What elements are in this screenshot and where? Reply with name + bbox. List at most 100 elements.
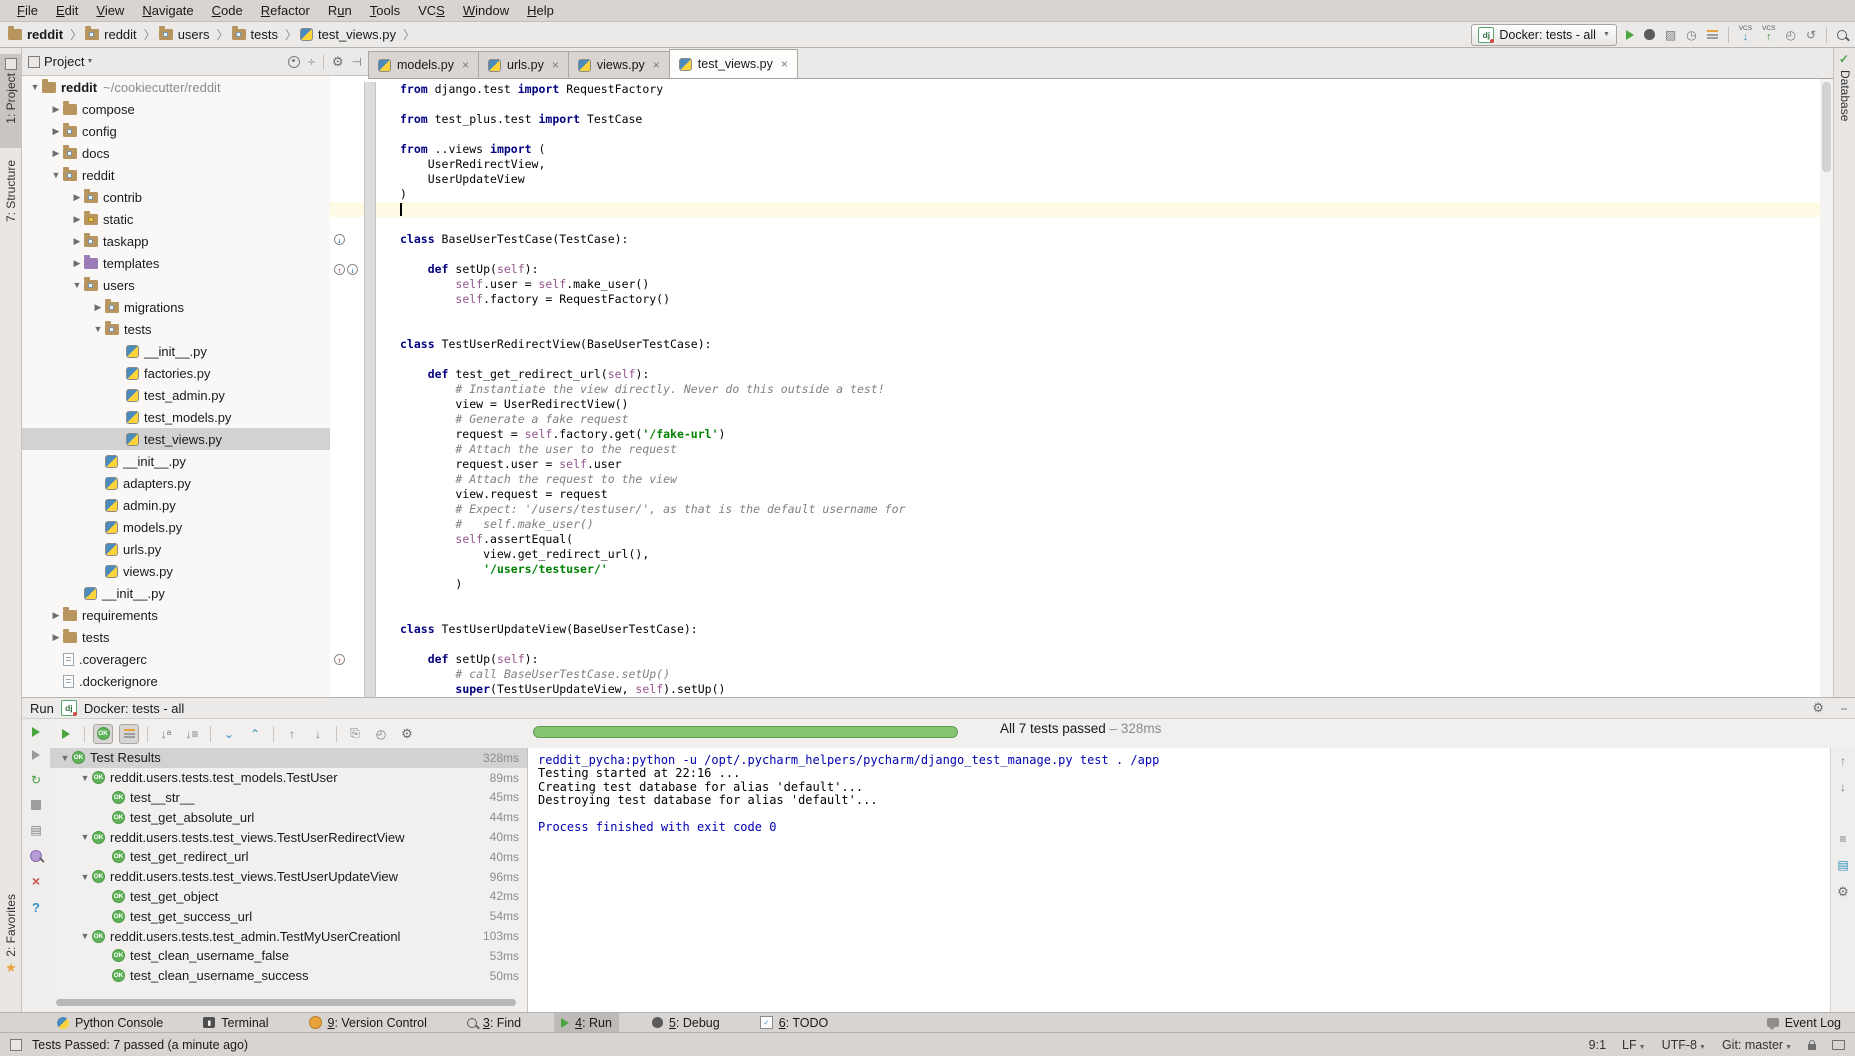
menu-code[interactable]: Code bbox=[203, 0, 252, 22]
tab-close-icon[interactable]: × bbox=[462, 58, 469, 72]
tree-expanded-icon[interactable]: ▼ bbox=[78, 931, 92, 941]
project-tree-row[interactable]: ▼tests bbox=[22, 318, 330, 340]
close-icon[interactable]: × bbox=[32, 875, 40, 887]
editor-tab-test_views.py[interactable]: test_views.py× bbox=[669, 49, 798, 78]
scroll-up-icon[interactable]: ↑ bbox=[1840, 754, 1846, 768]
tree-expanded-icon[interactable]: ▼ bbox=[49, 170, 63, 180]
project-tree-row[interactable]: adapters.py bbox=[22, 472, 330, 494]
test-tree-row[interactable]: OKtest_clean_username_false53ms bbox=[50, 946, 527, 966]
caret-position-widget[interactable]: 9:1 bbox=[1589, 1038, 1606, 1052]
project-tree-row[interactable]: urls.py bbox=[22, 538, 330, 560]
sort-duration-icon[interactable]: ↓≡ bbox=[182, 724, 202, 744]
vcs-update-icon[interactable]: VCS↓ bbox=[1739, 26, 1752, 44]
line-separator-widget[interactable]: LF▼ bbox=[1622, 1038, 1646, 1052]
code-line[interactable] bbox=[330, 247, 1820, 262]
tree-collapsed-icon[interactable]: ▶ bbox=[70, 258, 84, 269]
screen-reader-icon[interactable] bbox=[1832, 1040, 1845, 1050]
event-log-button[interactable]: Event Log bbox=[1767, 1016, 1841, 1030]
code-line[interactable] bbox=[330, 307, 1820, 322]
code-line[interactable] bbox=[330, 322, 1820, 337]
code-line[interactable] bbox=[330, 202, 1820, 217]
code-line[interactable]: ) bbox=[330, 577, 1820, 592]
coverage-icon[interactable]: ▨ bbox=[1665, 28, 1676, 42]
tree-expanded-icon[interactable]: ▼ bbox=[91, 324, 105, 334]
menu-edit[interactable]: Edit bbox=[47, 0, 87, 22]
project-tree-row[interactable]: __init__.py bbox=[22, 340, 330, 362]
hide-panel-icon[interactable]: ⊣ bbox=[352, 55, 362, 69]
test-tree-row[interactable]: OKtest_clean_username_success50ms bbox=[50, 966, 527, 986]
test-tree-row[interactable]: ▼OKreddit.users.tests.test_admin.TestMyU… bbox=[50, 926, 527, 946]
code-line[interactable]: '/users/testuser/' bbox=[330, 562, 1820, 577]
tree-expanded-icon[interactable]: ▼ bbox=[78, 872, 92, 882]
tree-collapsed-icon[interactable]: ▶ bbox=[49, 632, 63, 643]
project-tree-row[interactable]: ▶contrib bbox=[22, 186, 330, 208]
code-line[interactable]: # Attach the user to the request bbox=[330, 442, 1820, 457]
test-run-down-icon[interactable]: ↓ bbox=[334, 234, 345, 245]
breadcrumb-item-tests[interactable]: tests bbox=[232, 27, 278, 42]
settings-gear-icon[interactable]: ⚙ bbox=[397, 724, 417, 744]
project-tree-row[interactable]: ▼users bbox=[22, 274, 330, 296]
project-tree-row[interactable]: ▶requirements bbox=[22, 604, 330, 626]
project-tree-row[interactable]: models.py bbox=[22, 516, 330, 538]
code-line[interactable]: request.user = self.user bbox=[330, 457, 1820, 472]
status-toggle-icon[interactable] bbox=[10, 1039, 22, 1051]
menu-navigate[interactable]: Navigate bbox=[133, 0, 202, 22]
vcs-commit-icon[interactable]: VCS↑ bbox=[1762, 26, 1775, 44]
code-line[interactable]: ) bbox=[330, 187, 1820, 202]
debug-icon[interactable] bbox=[1644, 29, 1655, 40]
code-line[interactable]: ↓class BaseUserTestCase(TestCase): bbox=[330, 232, 1820, 247]
code-line[interactable]: self.user = self.make_user() bbox=[330, 277, 1820, 292]
tree-collapsed-icon[interactable]: ▶ bbox=[49, 610, 63, 621]
run-icon[interactable] bbox=[1626, 30, 1634, 40]
run-console[interactable]: reddit_pycha:python -u /opt/.pycharm_hel… bbox=[527, 748, 1830, 1012]
chevron-down-icon[interactable]: ▼ bbox=[86, 58, 93, 65]
encoding-widget[interactable]: UTF-8▼ bbox=[1662, 1038, 1706, 1052]
expand-all-icon[interactable]: ⌄ bbox=[219, 724, 239, 744]
stop-icon[interactable] bbox=[31, 800, 41, 810]
code-line[interactable]: ↑↓ def setUp(self): bbox=[330, 262, 1820, 277]
breadcrumb-item-test_views.py[interactable]: test_views.py bbox=[300, 27, 396, 42]
run-configuration-select[interactable]: dj Docker: tests - all ▼ bbox=[1471, 24, 1617, 46]
editor-tab-views.py[interactable]: views.py× bbox=[568, 51, 670, 78]
editor-tab-urls.py[interactable]: urls.py× bbox=[478, 51, 569, 78]
test-run-down-icon[interactable]: ↓ bbox=[347, 264, 358, 275]
edit-config-icon[interactable] bbox=[1707, 29, 1718, 41]
test-tree-row[interactable]: OKtest_get_absolute_url44ms bbox=[50, 807, 527, 827]
code-line[interactable]: request = self.factory.get('/fake-url') bbox=[330, 427, 1820, 442]
project-tree-row[interactable]: ▶static bbox=[22, 208, 330, 230]
next-failed-icon[interactable]: ↓ bbox=[308, 724, 328, 744]
code-line[interactable]: # Instantiate the view directly. Never d… bbox=[330, 382, 1820, 397]
project-tree-row[interactable]: ▶migrations bbox=[22, 296, 330, 318]
code-line[interactable]: super(TestUserUpdateView, self).setUp() bbox=[330, 682, 1820, 697]
code-line[interactable]: UserUpdateView bbox=[330, 172, 1820, 187]
code-line[interactable]: from ..views import ( bbox=[330, 142, 1820, 157]
filter-ignored-toggle[interactable] bbox=[119, 724, 139, 744]
project-tree-row[interactable]: ▼reddit bbox=[22, 164, 330, 186]
project-tree-row[interactable]: ▶taskapp bbox=[22, 230, 330, 252]
tree-expanded-icon[interactable]: ▼ bbox=[70, 280, 84, 290]
gear-icon[interactable]: ⚙ bbox=[332, 54, 344, 70]
code-line[interactable]: from test_plus.test import TestCase bbox=[330, 112, 1820, 127]
rerun-failed-icon[interactable] bbox=[32, 750, 40, 760]
readonly-lock-icon[interactable] bbox=[1808, 1044, 1816, 1050]
menu-vcs[interactable]: VCS bbox=[409, 0, 454, 22]
rerun-icon[interactable] bbox=[32, 727, 40, 737]
tree-collapsed-icon[interactable]: ▶ bbox=[49, 126, 63, 137]
menu-run[interactable]: Run bbox=[319, 0, 361, 22]
code-line[interactable]: self.assertEqual( bbox=[330, 532, 1820, 547]
breadcrumb-item-users[interactable]: users bbox=[159, 27, 210, 42]
project-tree-row[interactable]: admin.py bbox=[22, 494, 330, 516]
project-tree-row[interactable]: ▶docs bbox=[22, 142, 330, 164]
help-icon[interactable]: ? bbox=[32, 900, 40, 915]
console-icon[interactable]: ▤ bbox=[30, 823, 41, 837]
code-line[interactable] bbox=[330, 217, 1820, 232]
tool-button-favorites[interactable]: 2: Favorites ★ bbox=[0, 890, 22, 1008]
code-line[interactable]: # Attach the request to the view bbox=[330, 472, 1820, 487]
tree-collapsed-icon[interactable]: ▶ bbox=[49, 148, 63, 159]
undo-icon[interactable]: ↺ bbox=[1806, 28, 1816, 42]
test-tree-row[interactable]: OKtest__str__45ms bbox=[50, 788, 527, 808]
sort-alpha-icon[interactable]: ↓ᵃ bbox=[156, 724, 176, 744]
soft-wrap-icon[interactable]: ≡ bbox=[1839, 832, 1846, 846]
tree-collapsed-icon[interactable]: ▶ bbox=[70, 236, 84, 247]
collapse-all-icon[interactable]: ⌃ bbox=[245, 724, 265, 744]
